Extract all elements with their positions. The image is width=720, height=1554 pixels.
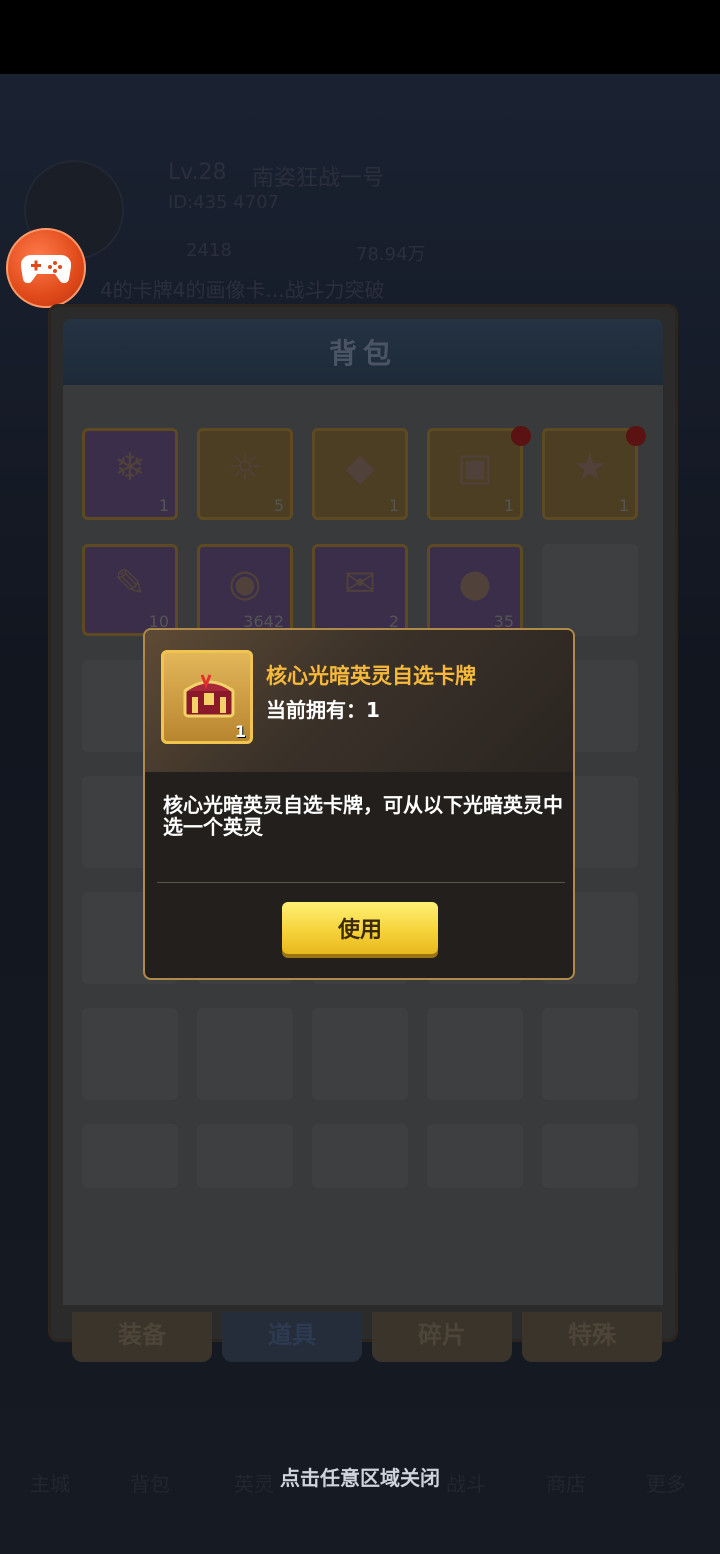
eye-crystal-icon: ◉ — [228, 561, 262, 605]
bag-header: 背包 — [63, 319, 663, 385]
empty-slot — [542, 1008, 638, 1100]
status-bar — [0, 0, 720, 74]
notification-dot — [626, 426, 646, 446]
gamepad-float-button[interactable] — [6, 228, 86, 308]
amber-gem-icon: ◆ — [345, 445, 375, 489]
empty-slot — [197, 1008, 293, 1100]
bag-item[interactable]: ✎ 10 — [82, 544, 178, 636]
bag-item[interactable]: ☼ 5 — [197, 428, 293, 520]
blue-crystal-icon: ❄ — [114, 445, 146, 489]
item-detail-dialog: 1 核心光暗英灵自选卡牌 当前拥有：1 核心光暗英灵自选卡牌，可从以下光暗英灵中… — [143, 628, 575, 980]
empty-slot — [542, 1124, 638, 1188]
item-icon-frame: 1 — [161, 650, 253, 744]
bag-item[interactable]: ★ 1 — [542, 428, 638, 520]
player-level: Lv.28 — [168, 160, 227, 185]
empty-slot — [82, 1124, 178, 1188]
player-id: ID:435 4707 — [168, 192, 280, 213]
item-count: 1 — [503, 496, 514, 515]
bag-title: 背包 — [328, 337, 397, 370]
empty-slot — [542, 544, 638, 636]
empty-slot — [82, 1008, 178, 1100]
explore-ticket-icon: ✉ — [344, 561, 376, 605]
item-description: 核心光暗英灵自选卡牌，可从以下光暗英灵中选一个英灵 — [163, 793, 563, 839]
item-count: 5 — [273, 496, 284, 515]
red-apple-icon: ● — [458, 561, 492, 605]
item-count: 1 — [234, 722, 246, 741]
empty-slot — [312, 1124, 408, 1188]
notification-dot — [511, 426, 531, 446]
bag-item[interactable]: ◆ 1 — [312, 428, 408, 520]
tab-items[interactable]: 道具 — [222, 1312, 362, 1362]
bag-tabs: 装备 道具 碎片 特殊 — [72, 1312, 664, 1366]
treasure-chest-icon — [183, 674, 235, 718]
item-count: 1 — [388, 496, 399, 515]
notice-marquee: 4的卡牌4的画像卡...战斗力突破 — [100, 278, 385, 302]
use-button[interactable]: 使用 — [282, 902, 438, 954]
empty-slot — [197, 1124, 293, 1188]
empty-slot — [427, 1008, 523, 1100]
bag-item[interactable]: ● 35 — [427, 544, 523, 636]
item-count: 1 — [158, 496, 169, 515]
tab-equipment[interactable]: 装备 — [72, 1312, 212, 1362]
player-name: 南姿狂战一号 — [252, 166, 385, 191]
bag-item[interactable]: ▣ 1 — [427, 428, 523, 520]
owned-count: 当前拥有：1 — [266, 698, 380, 722]
empty-slot — [312, 1008, 408, 1100]
sun-emblem-icon: ☼ — [227, 445, 263, 489]
bag-item[interactable]: ✉ 2 — [312, 544, 408, 636]
treasure-chest-icon: ▣ — [457, 445, 493, 489]
bag-item[interactable]: ◉ 3642 — [197, 544, 293, 636]
gamepad-icon — [21, 254, 71, 284]
hero-card-chest-icon: ★ — [572, 445, 608, 489]
bag-item[interactable]: ❄ 1 — [82, 428, 178, 520]
close-hint[interactable]: 点击任意区域关闭 — [0, 1462, 720, 1491]
scroll-icon: ✎ — [114, 561, 146, 605]
item-name: 核心光暗英灵自选卡牌 — [266, 664, 476, 688]
empty-slot — [427, 1124, 523, 1188]
item-count: 1 — [618, 496, 629, 515]
tab-fragments[interactable]: 碎片 — [372, 1312, 512, 1362]
currency-gold: 78.94万 — [356, 244, 426, 265]
divider — [157, 882, 565, 883]
tab-special[interactable]: 特殊 — [522, 1312, 662, 1362]
currency-gems: 2418 — [186, 240, 232, 261]
